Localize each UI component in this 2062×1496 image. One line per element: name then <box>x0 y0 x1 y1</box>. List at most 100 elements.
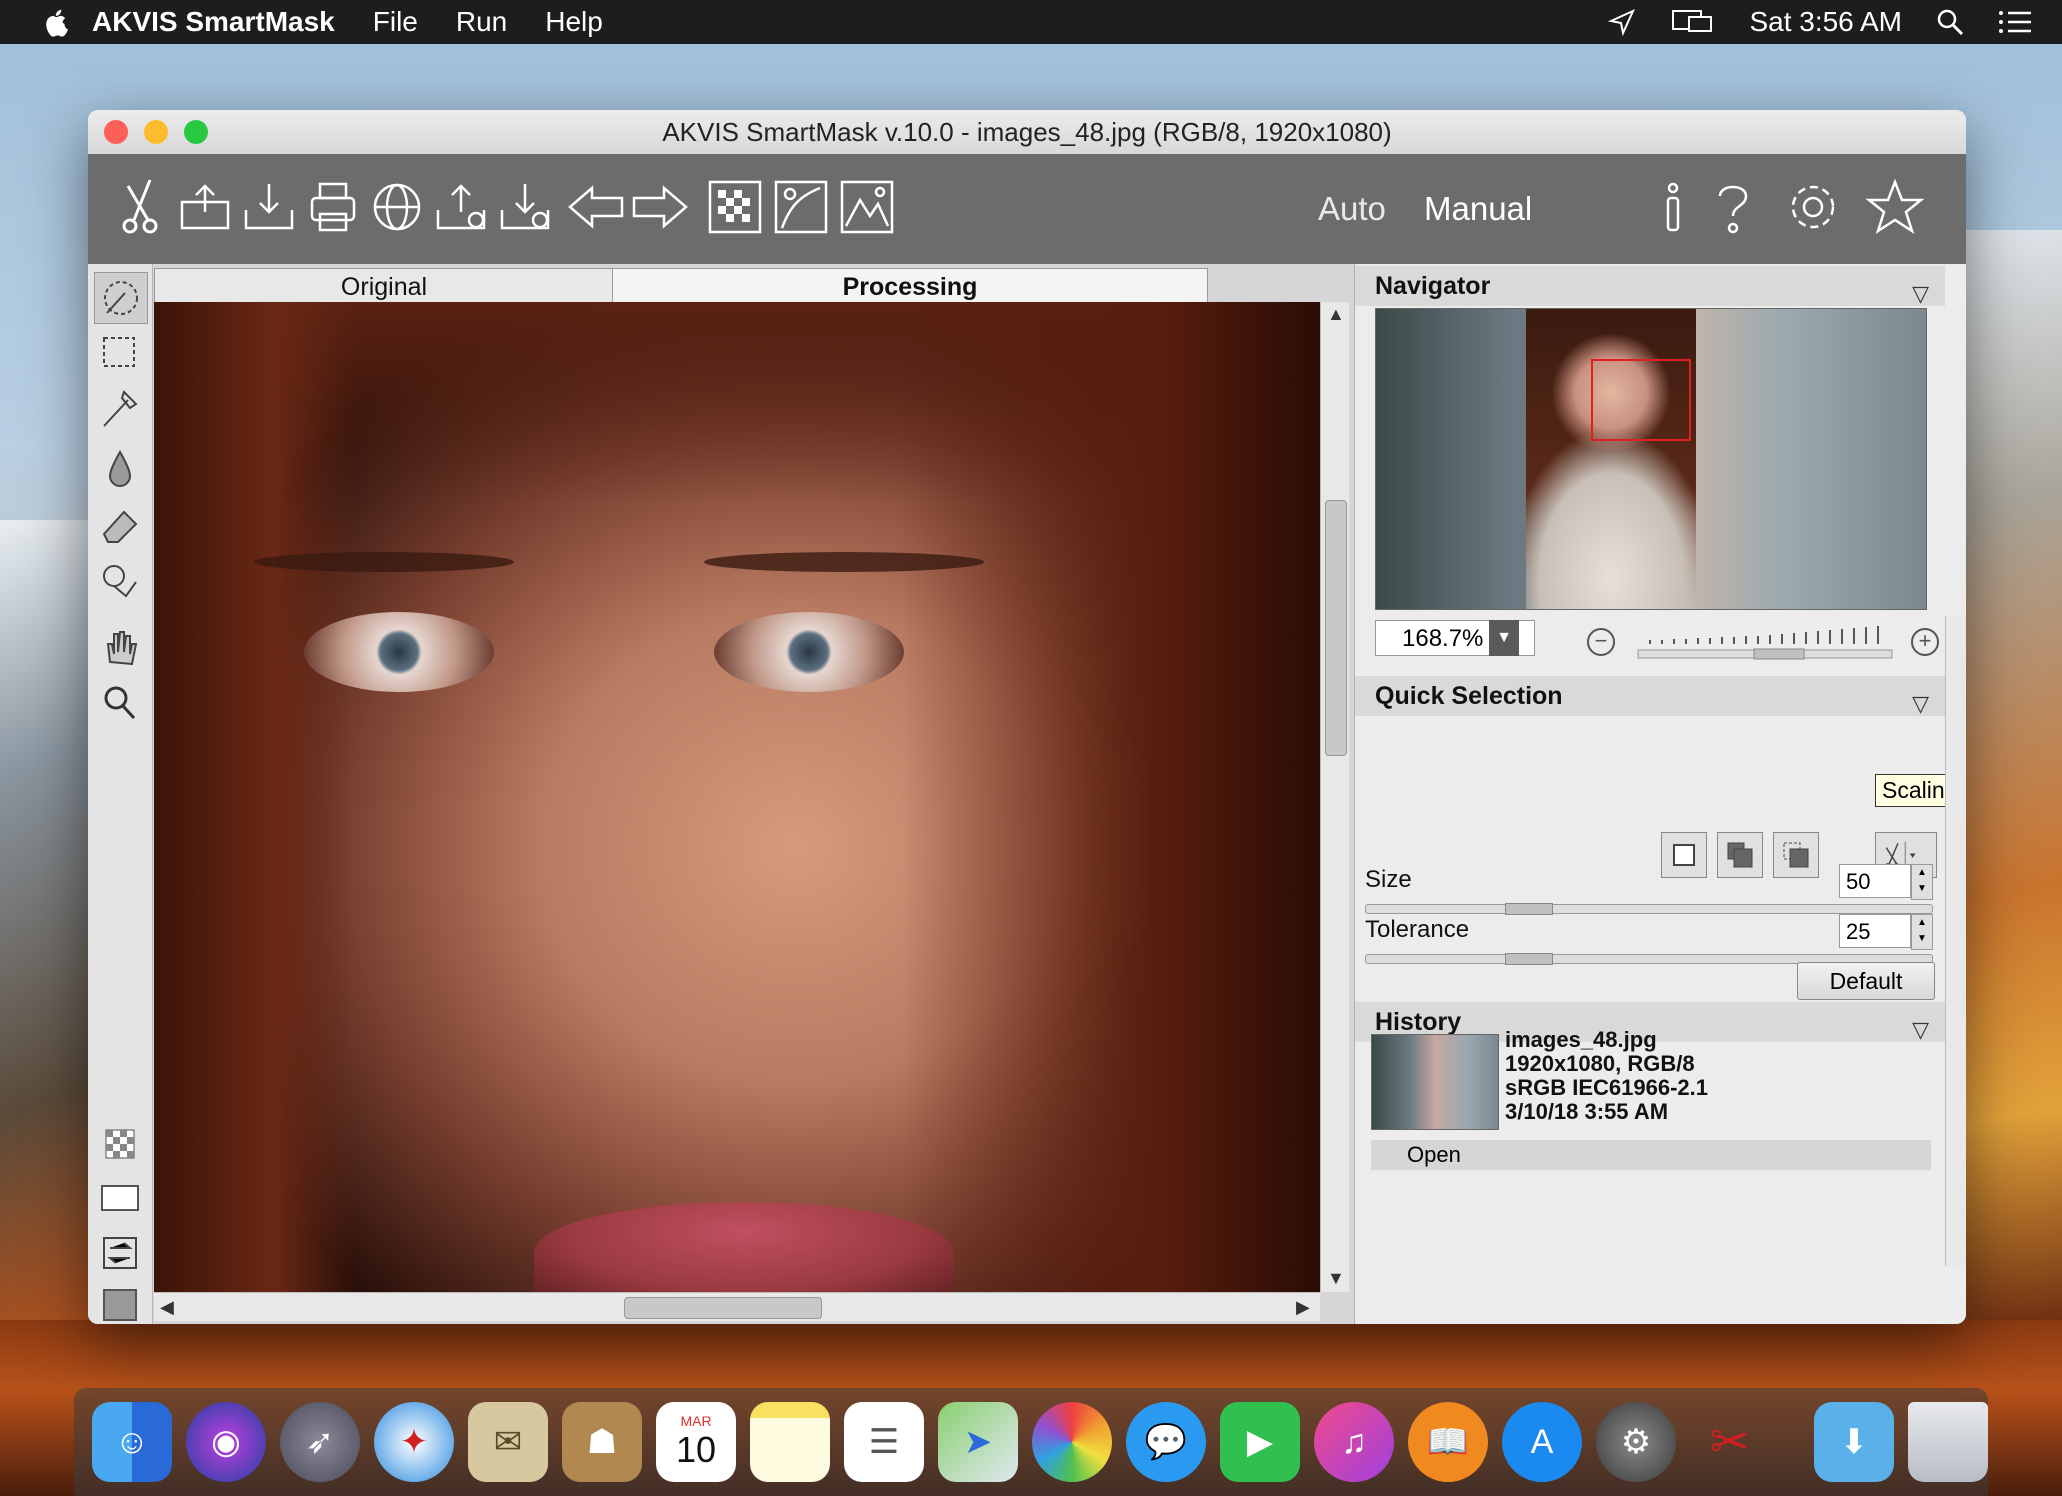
collapse-history-icon[interactable]: ▽ <box>1912 1010 1929 1050</box>
collapse-quick-selection-icon[interactable]: ▽ <box>1912 684 1929 724</box>
spotlight-search-icon[interactable] <box>1936 8 1964 36</box>
launchpad-icon[interactable]: ➶ <box>280 1402 360 1482</box>
share-button[interactable] <box>430 176 492 238</box>
mode-auto-tab[interactable]: Auto <box>1318 190 1386 228</box>
zoom-in-icon[interactable]: + <box>1911 628 1939 656</box>
batch-button[interactable] <box>494 176 556 238</box>
menu-help[interactable]: Help <box>545 6 603 38</box>
print-button[interactable] <box>302 176 364 238</box>
favorites-button[interactable] <box>1864 176 1926 238</box>
vertical-scroll-thumb[interactable] <box>1325 500 1347 756</box>
menu-clock[interactable]: Sat 3:56 AM <box>1749 6 1902 38</box>
quick-selection-tool[interactable] <box>94 272 148 324</box>
tolerance-slider-thumb[interactable] <box>1505 953 1554 965</box>
reminders-icon[interactable]: ☰ <box>844 1402 924 1482</box>
mail-icon[interactable]: ✉ <box>468 1402 548 1482</box>
right-panel-scrollbar[interactable] <box>1945 616 1966 1266</box>
magic-brush-tool[interactable] <box>94 384 146 434</box>
itunes-icon[interactable]: ♫ <box>1314 1402 1394 1482</box>
safari-icon[interactable]: ✦ <box>374 1402 454 1482</box>
tolerance-input[interactable]: 25 <box>1839 914 1911 948</box>
photos-icon[interactable] <box>1032 1402 1112 1482</box>
hand-tool[interactable] <box>94 622 146 672</box>
image-button[interactable] <box>836 176 898 238</box>
zoom-dropdown-icon[interactable]: ▼ <box>1489 620 1519 656</box>
info-button[interactable] <box>1642 176 1704 238</box>
title-bar[interactable]: AKVIS SmartMask v.10.0 - images_48.jpg (… <box>88 110 1966 154</box>
navigator-view-frame[interactable] <box>1591 359 1691 441</box>
size-slider-thumb[interactable] <box>1505 903 1554 915</box>
scroll-up-icon[interactable]: ▲ <box>1327 304 1345 325</box>
display-icon[interactable] <box>1671 7 1715 37</box>
image-canvas[interactable] <box>154 302 1320 1292</box>
help-button[interactable] <box>1702 176 1764 238</box>
smartmask-dock-icon[interactable]: ✂ <box>1690 1402 1770 1482</box>
canvas-vertical-scrollbar[interactable]: ▲ ▼ <box>1320 302 1349 1292</box>
rectangular-selection-tool[interactable] <box>94 328 146 378</box>
minimize-window-button[interactable] <box>144 120 168 144</box>
swap-colors-button[interactable] <box>94 1228 146 1278</box>
navigator-header[interactable]: Navigator ▽ <box>1355 266 1945 306</box>
transparency-view-button[interactable] <box>94 1120 146 1170</box>
history-thumbnail[interactable] <box>1371 1034 1499 1130</box>
system-preferences-icon[interactable]: ⚙ <box>1596 1402 1676 1482</box>
menu-file[interactable]: File <box>373 6 418 38</box>
size-stepper[interactable]: ▲ ▼ <box>1911 864 1933 900</box>
ibooks-icon[interactable]: 📖 <box>1408 1402 1488 1482</box>
navigator-preview[interactable] <box>1375 308 1927 610</box>
undo-button[interactable] <box>566 176 628 238</box>
zoom-slider[interactable] <box>1630 594 1900 664</box>
new-selection-button[interactable] <box>1661 832 1707 878</box>
eraser-tool[interactable] <box>94 500 146 550</box>
app-store-icon[interactable]: A <box>1502 1402 1582 1482</box>
scroll-right-icon[interactable]: ▶ <box>1296 1297 1310 1318</box>
open-image-button[interactable] <box>174 176 236 238</box>
scroll-left-icon[interactable]: ◀ <box>160 1297 174 1318</box>
history-step-open[interactable]: Open <box>1371 1140 1931 1170</box>
size-slider[interactable] <box>1365 904 1933 914</box>
horizontal-scroll-thumb[interactable] <box>624 1297 822 1319</box>
tab-processing[interactable]: Processing <box>612 268 1208 306</box>
save-image-button[interactable] <box>238 176 300 238</box>
zoom-tool[interactable] <box>94 678 146 728</box>
drop-tool[interactable] <box>94 444 146 494</box>
facetime-icon[interactable]: ▶ <box>1220 1402 1300 1482</box>
scroll-down-icon[interactable]: ▼ <box>1327 1268 1345 1289</box>
finder-icon[interactable]: ☺ <box>92 1402 172 1482</box>
zoom-window-button[interactable] <box>184 120 208 144</box>
canvas-horizontal-scrollbar[interactable]: ◀ ▶ <box>154 1292 1320 1321</box>
location-icon[interactable] <box>1607 7 1637 37</box>
siri-icon[interactable]: ◉ <box>186 1402 266 1482</box>
apple-icon[interactable] <box>42 7 72 37</box>
mode-manual-tab[interactable]: Manual <box>1424 190 1532 228</box>
publish-button[interactable] <box>366 176 428 238</box>
close-window-button[interactable] <box>104 120 128 144</box>
downloads-folder-icon[interactable]: ⬇ <box>1814 1402 1894 1482</box>
size-input[interactable]: 50 <box>1839 864 1911 898</box>
calendar-icon[interactable]: MAR 10 <box>656 1402 736 1482</box>
history-date: 3/10/18 3:55 AM <box>1505 1099 1669 1124</box>
redo-button[interactable] <box>628 176 690 238</box>
add-selection-button[interactable] <box>1717 832 1763 878</box>
default-button[interactable]: Default <box>1797 962 1935 1000</box>
white-background-button[interactable] <box>94 1174 146 1224</box>
notification-center-icon[interactable] <box>1998 8 2032 36</box>
tab-original[interactable]: Original <box>154 268 614 306</box>
menu-app-name[interactable]: AKVIS SmartMask <box>92 6 335 38</box>
subtract-selection-button[interactable] <box>1773 832 1819 878</box>
quick-selection-header[interactable]: Quick Selection ▽ <box>1355 676 1945 716</box>
zoom-out-icon[interactable]: − <box>1587 628 1615 656</box>
contacts-icon[interactable]: ☗ <box>562 1402 642 1482</box>
history-entry-info[interactable]: images_48.jpg 1920x1080, RGB/8 sRGB IEC6… <box>1505 1028 1708 1124</box>
menu-run[interactable]: Run <box>456 6 507 38</box>
notes-icon[interactable] <box>750 1402 830 1482</box>
background-color-button[interactable] <box>94 1280 146 1324</box>
trash-icon[interactable] <box>1908 1402 1988 1482</box>
magic-eraser-tool[interactable] <box>94 556 146 606</box>
messages-icon[interactable]: 💬 <box>1126 1402 1206 1482</box>
maps-icon[interactable]: ➤ <box>938 1402 1018 1482</box>
settings-button[interactable] <box>1782 176 1844 238</box>
mask-button[interactable] <box>704 176 766 238</box>
background-button[interactable] <box>770 176 832 238</box>
tolerance-stepper[interactable]: ▲ ▼ <box>1911 914 1933 950</box>
